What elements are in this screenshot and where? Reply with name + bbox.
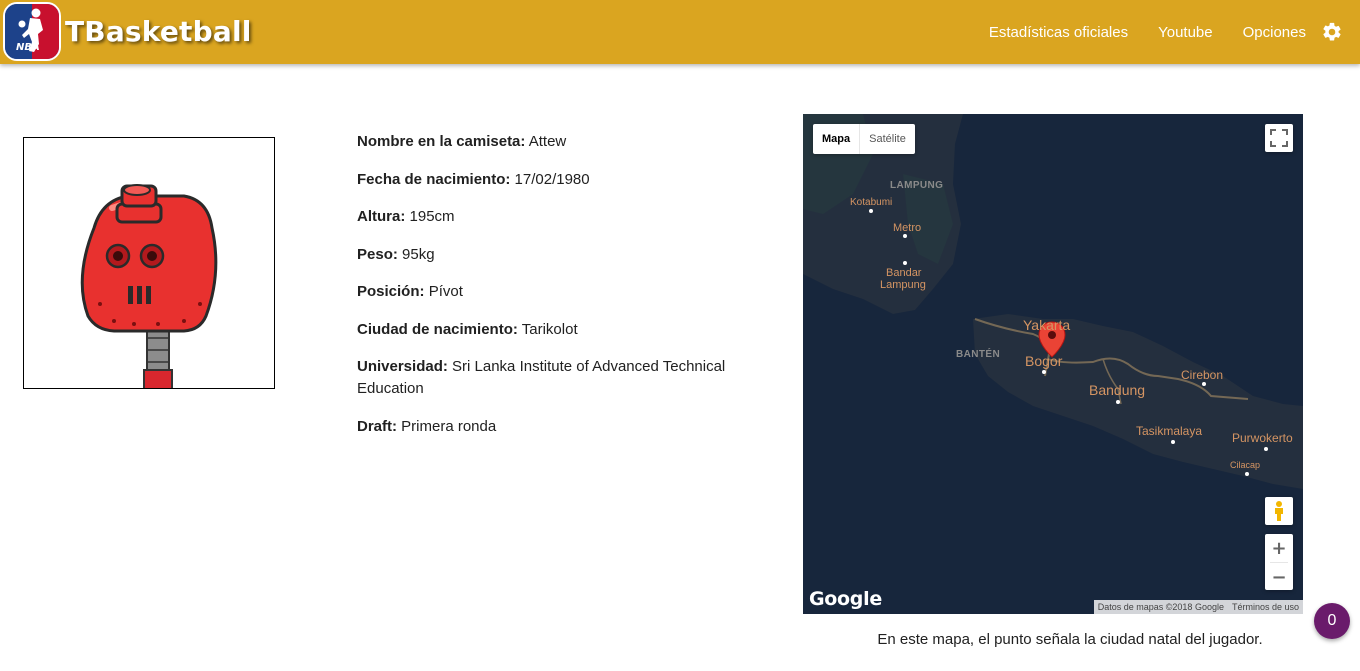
robot-avatar-icon — [80, 184, 218, 388]
map-label-kotabumi: Kotabumi — [850, 197, 893, 208]
map-label-tasikmalaya: Tasikmalaya — [1136, 424, 1203, 438]
map-label-banten: BANTÉN — [956, 349, 1001, 360]
map-label-lampung: LAMPUNG — [890, 180, 944, 191]
field-value: Pívot — [428, 283, 463, 300]
map-dot — [869, 209, 873, 213]
map-caption: En este mapa, el punto señala la ciudad … — [877, 631, 1263, 648]
map-data-credit[interactable]: Datos de mapas ©2018 Google — [1094, 600, 1228, 614]
zoom-out-button[interactable]: − — [1265, 563, 1293, 591]
map-dot — [1042, 370, 1046, 374]
pegman-icon — [1275, 501, 1283, 521]
nba-logo[interactable]: NBA — [3, 1, 61, 61]
map-label-purwokerto: Purwokerto — [1232, 431, 1293, 445]
field-height: Altura: 195cm — [357, 206, 757, 228]
fullscreen-icon — [1270, 129, 1288, 147]
field-label: Altura: — [357, 208, 406, 225]
field-label: Peso: — [357, 245, 398, 263]
map-dot — [1171, 440, 1175, 444]
player-info: Nombre en la camiseta: Attew Fecha de na… — [357, 131, 757, 453]
map-terms-link[interactable]: Términos de uso — [1228, 600, 1303, 614]
field-label: Nombre en la camiseta: — [357, 133, 526, 150]
zoom-control: + − — [1265, 534, 1293, 590]
map-type-map-button[interactable]: Mapa — [813, 124, 861, 154]
main-nav: Estadísticas oficiales Youtube Opciones — [959, 0, 1344, 64]
field-value: Tarikolot — [521, 320, 578, 338]
field-label: Universidad: — [357, 358, 448, 375]
map-dot — [1116, 400, 1120, 404]
fullscreen-button[interactable] — [1265, 124, 1293, 152]
nav-official-stats[interactable]: Estadísticas oficiales — [989, 24, 1128, 41]
field-value: Attew — [528, 133, 567, 150]
map-label-bogor: Bogor — [1025, 353, 1063, 369]
field-value: 17/02/1980 — [514, 170, 590, 188]
map-label-bandung: Bandung — [1089, 382, 1146, 398]
field-label: Draft: — [357, 417, 397, 435]
map-dot — [903, 234, 907, 238]
field-label: Fecha de nacimiento: — [357, 170, 511, 188]
nav-youtube[interactable]: Youtube — [1158, 24, 1213, 41]
field-label: Ciudad de nacimiento: — [357, 320, 518, 338]
field-draft: Draft: Primera ronda — [357, 416, 757, 438]
map-dot — [1245, 472, 1249, 476]
field-position: Posición: Pívot — [357, 281, 757, 303]
field-value: Primera ronda — [401, 417, 497, 435]
field-birth-city: Ciudad de nacimiento: Tarikolot — [357, 319, 757, 341]
map-type-control: Mapa Satélite — [813, 124, 915, 154]
map-type-satellite-button[interactable]: Satélite — [860, 124, 915, 154]
zoom-in-button[interactable]: + — [1265, 534, 1293, 562]
field-weight: Peso: 95kg — [357, 244, 757, 266]
nav-options[interactable]: Opciones — [1243, 24, 1306, 41]
map-dot — [903, 261, 907, 265]
street-view-pegman[interactable] — [1265, 497, 1293, 525]
map-dot — [1202, 382, 1206, 386]
gear-icon[interactable] — [1320, 20, 1344, 44]
map-label-cirebon: Cirebon — [1181, 368, 1224, 382]
field-university: Universidad: Sri Lanka Institute of Adva… — [357, 356, 757, 400]
app-name[interactable]: TBasketball — [65, 15, 252, 48]
notification-badge[interactable]: 0 — [1314, 603, 1350, 639]
map-label-cilacap: Cilacap — [1230, 460, 1261, 470]
field-label: Posición: — [357, 283, 425, 300]
birthplace-map[interactable]: Mapa Satélite LAMPUNG Kotabumi Metro Ban… — [803, 114, 1303, 614]
google-logo[interactable]: Google — [809, 588, 882, 610]
player-avatar — [23, 137, 275, 389]
map-attribution: Datos de mapas ©2018 Google Términos de … — [1093, 600, 1303, 614]
map-label-bandar: Bandar — [886, 267, 922, 279]
map-label-yakarta: Yakarta — [1023, 317, 1071, 333]
field-birthdate: Fecha de nacimiento: 17/02/1980 — [357, 169, 757, 191]
brand[interactable]: NBA TBasketball — [3, 1, 252, 61]
field-jersey-name: Nombre en la camiseta: Attew — [357, 131, 757, 153]
logo-text: NBA — [16, 41, 40, 53]
map-label-lampung-city: Lampung — [880, 279, 926, 291]
map-label-metro: Metro — [893, 222, 922, 234]
map-dot — [1264, 447, 1268, 451]
field-value: 195cm — [409, 208, 455, 225]
top-bar: NBA TBasketball Estadísticas oficiales Y… — [0, 0, 1360, 64]
field-value: 95kg — [402, 245, 435, 263]
